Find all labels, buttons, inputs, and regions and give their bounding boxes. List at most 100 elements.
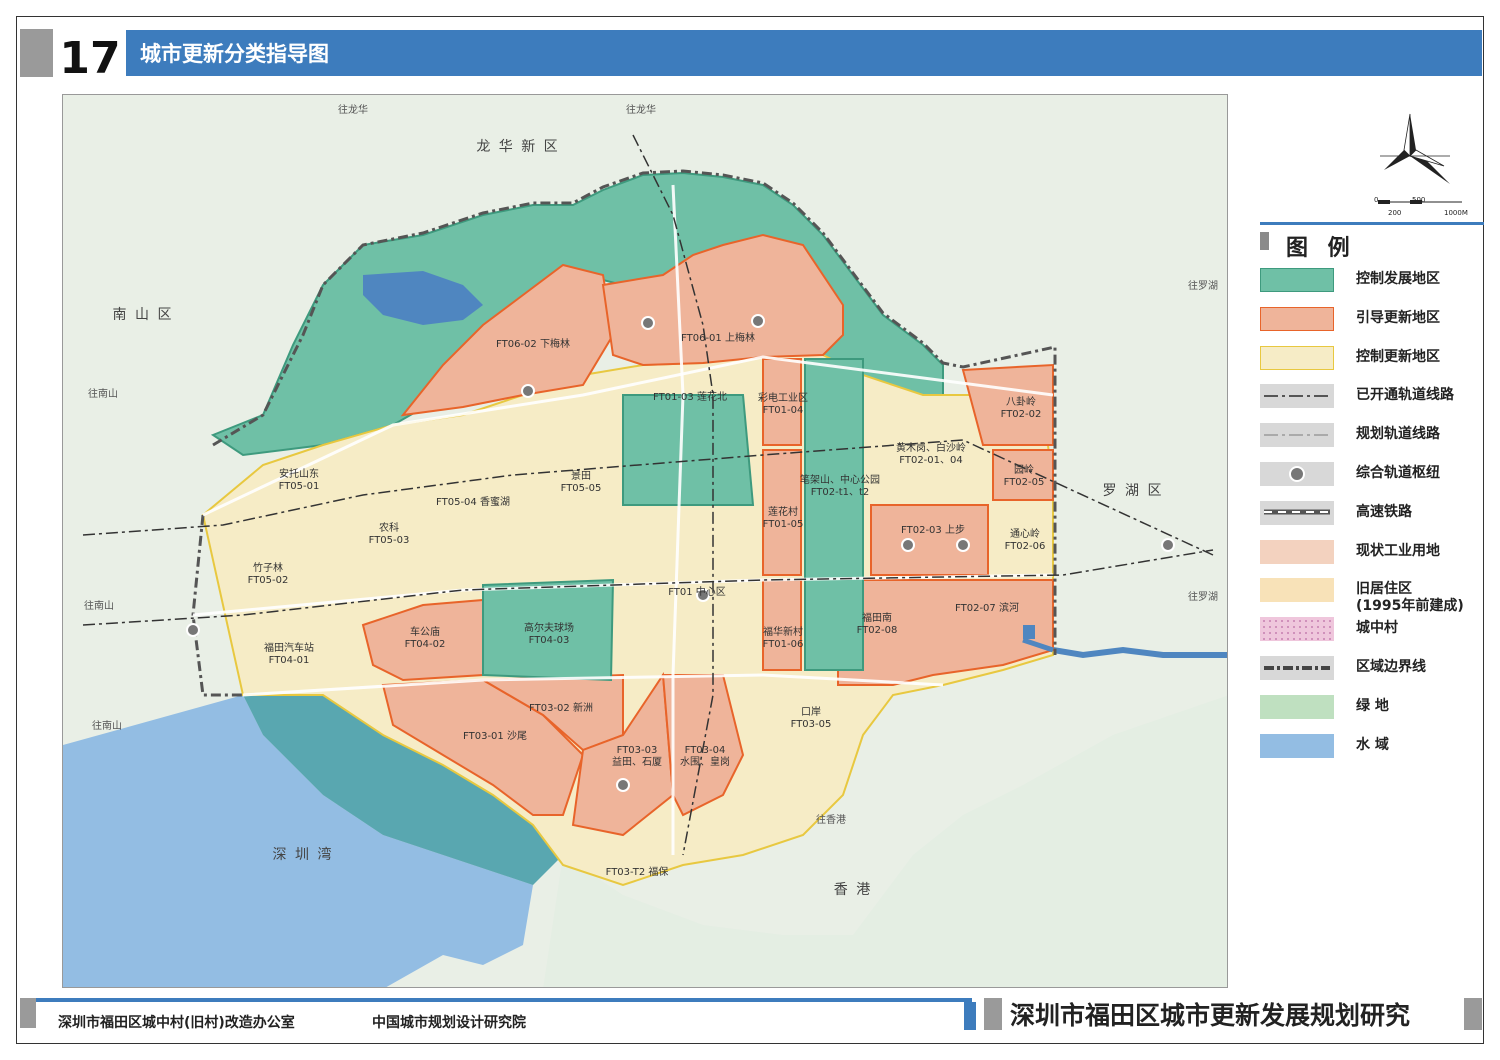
legend-swatch-pattern-icon — [1263, 433, 1330, 436]
road-to-nanshan-2: 往南山 — [84, 601, 114, 612]
road-to-nanshan-3: 往南山 — [92, 721, 122, 732]
district-luohu: 罗 湖 区 — [1102, 483, 1164, 499]
zone-label[interactable]: FT03-04 水围、皇岗 — [680, 745, 730, 769]
zone-label[interactable]: 景田 FT05-05 — [561, 471, 602, 495]
road-to-luohu-1: 往罗湖 — [1188, 281, 1218, 292]
legend-swatch-pattern-icon — [1260, 578, 1334, 602]
zone-label[interactable]: 通心岭 FT02-06 — [1005, 529, 1046, 553]
zone-label[interactable]: 园岭 FT02-05 — [1004, 465, 1045, 489]
legend-swatch-pattern-icon — [1260, 694, 1334, 718]
legend-swatch-pattern-icon — [1260, 733, 1334, 757]
legend-swatch — [1260, 268, 1334, 292]
legend-swatch — [1260, 733, 1334, 758]
zone-label[interactable]: 福华新村 FT01-06 — [763, 627, 804, 651]
road-to-hongkong: 往香港 — [816, 815, 846, 826]
legend-swatch-pattern-icon — [1260, 268, 1334, 292]
zone-label[interactable]: 口岸 FT03-05 — [791, 707, 832, 731]
zone-bijiashan — [804, 358, 864, 671]
zone-label[interactable]: FT06-01 上梅林 — [681, 333, 755, 345]
legend-swatch — [1260, 462, 1334, 486]
zone-label[interactable]: FT03-T2 福保 — [606, 867, 669, 879]
legend-swatch — [1260, 384, 1334, 409]
legend-title-marker — [1260, 232, 1269, 250]
zone-label[interactable]: FT02-03 上步 — [901, 525, 965, 537]
legend-swatch — [1260, 539, 1334, 564]
legend-label: 区域边界线 — [1356, 659, 1426, 675]
zone-label[interactable]: 彩电工业区 FT01-04 — [758, 393, 808, 417]
zone-label[interactable]: 农科 FT05-03 — [369, 523, 410, 547]
map-canvas — [63, 134, 1227, 987]
zone-label[interactable]: FT03-03 益田、石厦 — [612, 745, 662, 769]
legend-swatch-pattern-icon — [1263, 665, 1330, 670]
zone-label[interactable]: 黄木岗、白沙岭 FT02-01、04 — [896, 443, 966, 467]
map-number: 17 — [59, 33, 121, 84]
footer-blue-end — [964, 1002, 976, 1030]
legend-label: 水 域 — [1356, 736, 1389, 753]
scale-tick: 200 — [1388, 209, 1402, 217]
header-grey-block — [20, 29, 53, 77]
zone-label[interactable]: FT03-01 沙尾 — [463, 731, 527, 743]
footer-institute: 中国城市规划设计研究院 — [372, 1015, 526, 1031]
legend-swatch — [1260, 617, 1334, 642]
project-title: 深圳市福田区城市更新发展规划研究 — [1010, 1001, 1411, 1030]
legend-swatch — [1260, 423, 1334, 448]
legend-title: 图 例 — [1286, 236, 1356, 261]
header-bar — [126, 30, 1482, 76]
district-hongkong: 香 港 — [833, 882, 873, 898]
zone-fuhua — [762, 579, 802, 671]
crossing-building — [1023, 625, 1035, 639]
legend-top-line — [1260, 222, 1484, 225]
legend-swatch-pattern-icon — [1288, 465, 1305, 482]
zone-label[interactable]: FT01-03 莲花北 — [653, 392, 727, 404]
footer-grey-right-1 — [984, 998, 1002, 1030]
legend-swatch-pattern-icon — [1260, 345, 1334, 369]
legend-swatch-pattern-icon — [1263, 394, 1330, 397]
zone-label[interactable]: 莲花村 FT01-05 — [763, 507, 804, 531]
legend-label: 规划轨道线路 — [1356, 426, 1440, 443]
district-longhua: 龙 华 新 区 — [476, 139, 560, 155]
zone-lianhuashan — [622, 394, 755, 506]
zone-label[interactable]: FT02-07 滨河 — [955, 603, 1019, 615]
legend-label: 高速铁路 — [1356, 503, 1412, 520]
legend-swatch-pattern-icon — [1260, 539, 1334, 563]
zone-label[interactable]: FT03-02 新洲 — [529, 703, 593, 715]
zone-label[interactable]: FT01 中心区 — [668, 587, 726, 599]
footer-bar — [20, 998, 972, 1002]
zone-label[interactable]: 福田汽车站 FT04-01 — [264, 643, 314, 667]
zone-label[interactable]: 八卦岭 FT02-02 — [1001, 397, 1042, 421]
legend-label: 旧居住区 (1995年前建成) — [1356, 581, 1464, 615]
zone-label[interactable]: 笔架山、中心公园 FT02-t1、t2 — [800, 475, 880, 499]
map-area[interactable]: 龙 华 新 区 南 山 区 罗 湖 区 深 圳 湾 香 港 往龙华 往龙华 往南… — [62, 94, 1228, 988]
road-to-nanshan-1: 往南山 — [88, 389, 118, 400]
legend-swatch-pattern-icon — [1263, 509, 1330, 515]
legend-label: 控制更新地区 — [1356, 348, 1440, 365]
zone-label[interactable]: 安托山东 FT05-01 — [279, 469, 320, 493]
legend-swatch-pattern-icon — [1262, 619, 1331, 640]
legend-label: 城中村 — [1356, 620, 1398, 637]
footer-org: 深圳市福田区城中村(旧村)改造办公室 — [58, 1015, 295, 1031]
zone-label[interactable]: 竹子林 FT05-02 — [248, 563, 289, 587]
legend-swatch — [1260, 306, 1334, 331]
legend-swatch — [1260, 345, 1334, 370]
zone-label[interactable]: 高尔夫球场 FT04-03 — [524, 623, 574, 647]
zone-shangbu — [870, 504, 989, 576]
road-to-luohu-2: 往罗湖 — [1188, 592, 1218, 603]
legend-swatch — [1260, 694, 1334, 719]
legend-label: 控制发展地区 — [1356, 271, 1440, 287]
legend-swatch — [1260, 500, 1334, 525]
legend-swatch-pattern-icon — [1260, 306, 1334, 330]
footer-grey-left — [20, 998, 36, 1028]
zone-label[interactable]: 福田南 FT02-08 — [857, 613, 898, 637]
zone-label[interactable]: FT05-04 香蜜湖 — [436, 497, 510, 509]
legend-swatch — [1260, 578, 1334, 603]
zone-label[interactable]: FT06-02 下梅林 — [496, 339, 570, 351]
road-to-longhua-2: 往龙华 — [626, 105, 656, 116]
legend-label: 综合轨道枢纽 — [1356, 465, 1440, 481]
legend-label: 引导更新地区 — [1356, 309, 1440, 326]
footer-grey-right-2 — [1464, 998, 1482, 1030]
zone-label[interactable]: 车公庙 FT04-02 — [405, 627, 446, 651]
scale-tick: 1000M — [1444, 209, 1468, 217]
road-to-longhua-1: 往龙华 — [338, 105, 368, 116]
legend-label: 已开通轨道线路 — [1356, 387, 1454, 404]
legend-swatch — [1260, 656, 1334, 680]
